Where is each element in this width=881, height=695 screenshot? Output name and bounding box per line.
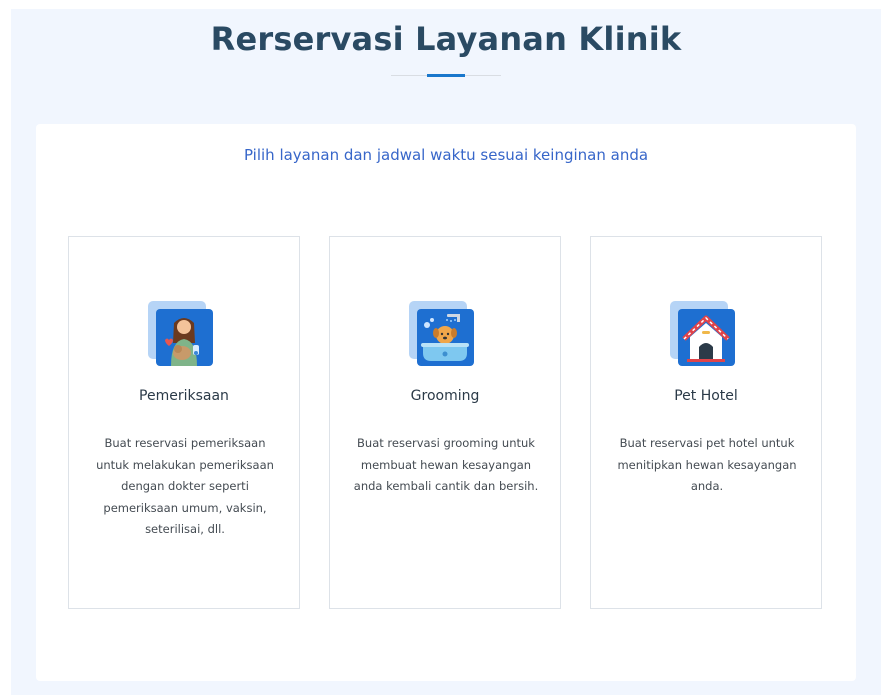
service-description: Buat reservasi grooming untuk membuat he…: [353, 436, 539, 493]
service-title: Pemeriksaan: [139, 388, 229, 404]
service-description: Buat reservasi pet hotel untuk menitipka…: [617, 436, 797, 493]
service-description: Buat reservasi pemeriksaan untuk melakuk…: [96, 436, 274, 536]
service-card-pemeriksaan[interactable]: Pemeriksaan Buat reservasi pemeriksaan u…: [68, 236, 300, 609]
service-card-grooming[interactable]: Grooming Buat reservasi grooming untuk m…: [329, 236, 561, 609]
service-title: Pet Hotel: [674, 388, 738, 404]
pet-grooming-icon: [409, 301, 477, 369]
panel-subtitle: Pilih layanan dan jadwal waktu sesuai ke…: [243, 146, 649, 164]
service-title: Grooming: [410, 388, 480, 404]
title-divider-accent: [427, 74, 465, 77]
services-panel: Pilih layanan dan jadwal waktu sesuai ke…: [36, 124, 856, 681]
vet-checkup-icon: [148, 301, 216, 369]
service-card-pet-hotel[interactable]: Pet Hotel Buat reservasi pet hotel untuk…: [590, 236, 822, 609]
services-section: Rerservasi Layanan Klinik Pilih layanan …: [11, 9, 881, 695]
pet-hotel-icon: [670, 301, 738, 369]
page-title: Rerservasi Layanan Klinik: [210, 20, 682, 58]
